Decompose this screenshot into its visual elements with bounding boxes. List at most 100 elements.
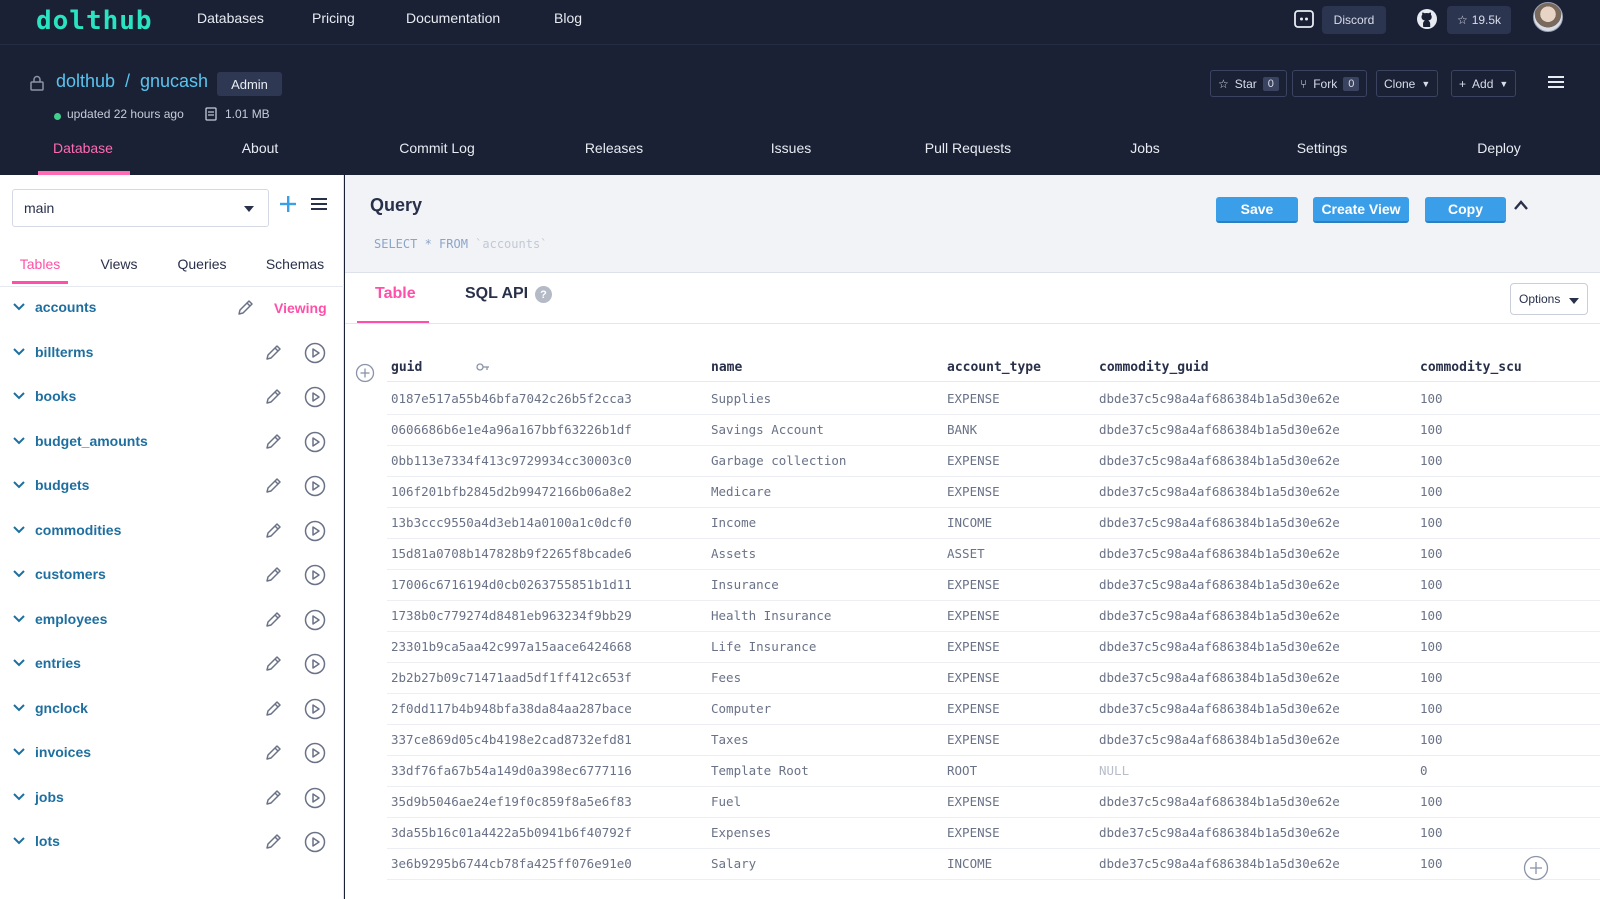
tab-releases[interactable]: Releases [585, 140, 643, 156]
play-icon[interactable] [304, 831, 326, 853]
cell-commodity-guid[interactable]: dbde37c5c98a4af686384b1a5d30e62e [1099, 732, 1340, 747]
play-icon[interactable] [304, 520, 326, 542]
table-name[interactable]: budget_amounts [35, 433, 148, 449]
edit-icon[interactable] [264, 832, 283, 851]
cell-name[interactable]: Health Insurance [711, 608, 831, 623]
chevron-down-icon[interactable] [13, 481, 25, 489]
cell-guid[interactable]: 13b3ccc9550a4d3eb14a0100a1c0dcf0 [391, 515, 632, 530]
cell-name[interactable]: Income [711, 515, 756, 530]
cell-account-type[interactable]: EXPENSE [947, 639, 1000, 654]
play-icon[interactable] [304, 609, 326, 631]
play-icon[interactable] [304, 742, 326, 764]
chevron-down-icon[interactable] [13, 614, 25, 623]
user-avatar[interactable] [1533, 2, 1563, 32]
edit-icon[interactable] [264, 699, 283, 718]
tab-database[interactable]: Database [53, 140, 113, 156]
discord-button[interactable]: Discord [1322, 6, 1386, 34]
cell-commodity-guid[interactable]: dbde37c5c98a4af686384b1a5d30e62e [1099, 577, 1340, 592]
sidebar-table-item[interactable]: accounts Viewing [0, 287, 344, 332]
sidebar-table-item[interactable]: commodities [0, 510, 344, 555]
edit-icon[interactable] [264, 387, 283, 406]
chevron-down-icon[interactable] [13, 837, 25, 845]
cell-commodity-scu[interactable]: 0 [1420, 763, 1428, 778]
table-row[interactable]: 3e6b9295b6744cb78fa425ff076e91e0 Salary IN… [387, 848, 1600, 880]
table-name[interactable]: accounts [35, 299, 96, 315]
table-row[interactable]: 3da55b16c01a4422a5b0941b6f40792f Expenses… [387, 817, 1600, 849]
edit-icon[interactable] [264, 476, 283, 495]
table-name[interactable]: employees [35, 611, 107, 627]
cell-account-type[interactable]: INCOME [947, 856, 992, 871]
cell-account-type[interactable]: EXPENSE [947, 608, 1000, 623]
cell-commodity-scu[interactable]: 100 [1420, 825, 1443, 840]
nav-pricing[interactable]: Pricing [312, 10, 355, 26]
chevron-down-icon[interactable] [13, 570, 25, 578]
cell-commodity-guid[interactable]: dbde37c5c98a4af686384b1a5d30e62e [1099, 608, 1340, 623]
table-name[interactable]: invoices [35, 744, 91, 760]
edit-icon[interactable] [264, 565, 283, 584]
sidebar-table-item[interactable]: gnclock [0, 688, 344, 733]
cell-guid[interactable]: 17006c6716194d0cb0263755851b1d11 [391, 577, 632, 592]
cell-commodity-scu[interactable]: 100 [1420, 794, 1443, 809]
cell-commodity-guid[interactable]: dbde37c5c98a4af686384b1a5d30e62e [1099, 825, 1340, 840]
cell-commodity-scu[interactable]: 100 [1420, 670, 1443, 685]
sidebar-table-item[interactable]: employees [0, 599, 344, 644]
add-branch-icon[interactable] [278, 194, 298, 214]
cell-name[interactable]: Template Root [711, 763, 809, 778]
sidebar-table-item[interactable]: billterms [0, 332, 344, 377]
play-icon[interactable] [304, 475, 326, 497]
sidebar-table-item[interactable]: lots [0, 821, 344, 866]
cell-account-type[interactable]: EXPENSE [947, 484, 1000, 499]
nav-blog[interactable]: Blog [554, 10, 582, 26]
play-icon[interactable] [304, 342, 326, 364]
play-icon[interactable] [304, 787, 326, 809]
cell-guid[interactable]: 106f201bfb2845d2b99472166b06a8e2 [391, 484, 632, 499]
cell-commodity-guid[interactable]: dbde37c5c98a4af686384b1a5d30e62e [1099, 422, 1340, 437]
cell-commodity-guid[interactable]: NULL [1099, 763, 1129, 778]
tab-issues[interactable]: Issues [771, 140, 811, 156]
edit-icon[interactable] [264, 343, 283, 362]
tab-deploy[interactable]: Deploy [1477, 140, 1521, 156]
sidebar-table-item[interactable]: books [0, 376, 344, 421]
tab-jobs[interactable]: Jobs [1130, 140, 1160, 156]
chevron-down-icon[interactable] [13, 392, 25, 400]
cell-account-type[interactable]: BANK [947, 422, 977, 437]
sidebar-tab-schemas[interactable]: Schemas [266, 256, 324, 272]
cell-commodity-guid[interactable]: dbde37c5c98a4af686384b1a5d30e62e [1099, 546, 1340, 561]
chevron-down-icon[interactable] [13, 525, 25, 534]
cell-account-type[interactable]: EXPENSE [947, 825, 1000, 840]
github-icon[interactable] [1416, 8, 1438, 30]
cell-commodity-scu[interactable]: 100 [1420, 701, 1443, 716]
column-header-guid[interactable]: guid [391, 360, 422, 375]
table-name[interactable]: customers [35, 566, 106, 582]
cell-commodity-guid[interactable]: dbde37c5c98a4af686384b1a5d30e62e [1099, 856, 1340, 871]
cell-commodity-guid[interactable]: dbde37c5c98a4af686384b1a5d30e62e [1099, 515, 1340, 530]
cell-guid[interactable]: 337ce869d05c4b4198e2cad8732efd81 [391, 732, 632, 747]
column-header-commodity-scu[interactable]: commodity_scu [1420, 360, 1522, 375]
cell-commodity-guid[interactable]: dbde37c5c98a4af686384b1a5d30e62e [1099, 670, 1340, 685]
cell-name[interactable]: Life Insurance [711, 639, 816, 654]
table-name[interactable]: budgets [35, 477, 89, 493]
table-row[interactable]: 2f0dd117b4b948bfa38da84aa287bace Computer… [387, 693, 1600, 725]
cell-account-type[interactable]: EXPENSE [947, 391, 1000, 406]
add-column-icon[interactable] [355, 363, 375, 383]
chevron-down-icon[interactable] [13, 436, 25, 445]
edit-icon[interactable] [236, 298, 255, 317]
save-button[interactable]: Save [1216, 197, 1298, 223]
add-button[interactable]: + Add ▼ [1451, 70, 1517, 97]
cell-account-type[interactable]: EXPENSE [947, 732, 1000, 747]
sidebar-tab-views[interactable]: Views [100, 256, 137, 272]
table-row[interactable]: 2b2b27b09c71471aad5df1ff412c653f Fees EXPE… [387, 662, 1600, 694]
table-name[interactable]: billterms [35, 344, 93, 360]
nav-documentation[interactable]: Documentation [406, 10, 500, 26]
cell-guid[interactable]: 15d81a0708b147828b9f2265f8bcade6 [391, 546, 632, 561]
tab-about[interactable]: About [242, 140, 279, 156]
discord-icon[interactable] [1294, 9, 1314, 29]
sidebar-table-item[interactable]: jobs [0, 777, 344, 822]
clone-button[interactable]: Clone ▼ [1376, 70, 1439, 97]
cell-account-type[interactable]: EXPENSE [947, 577, 1000, 592]
chevron-down-icon[interactable] [13, 303, 25, 311]
create-view-button[interactable]: Create View [1313, 197, 1409, 223]
sidebar-table-item[interactable]: budget_amounts [0, 421, 344, 466]
cell-guid[interactable]: 1738b0c779274d8481eb963234f9bb29 [391, 608, 632, 623]
cell-commodity-scu[interactable]: 100 [1420, 639, 1443, 654]
